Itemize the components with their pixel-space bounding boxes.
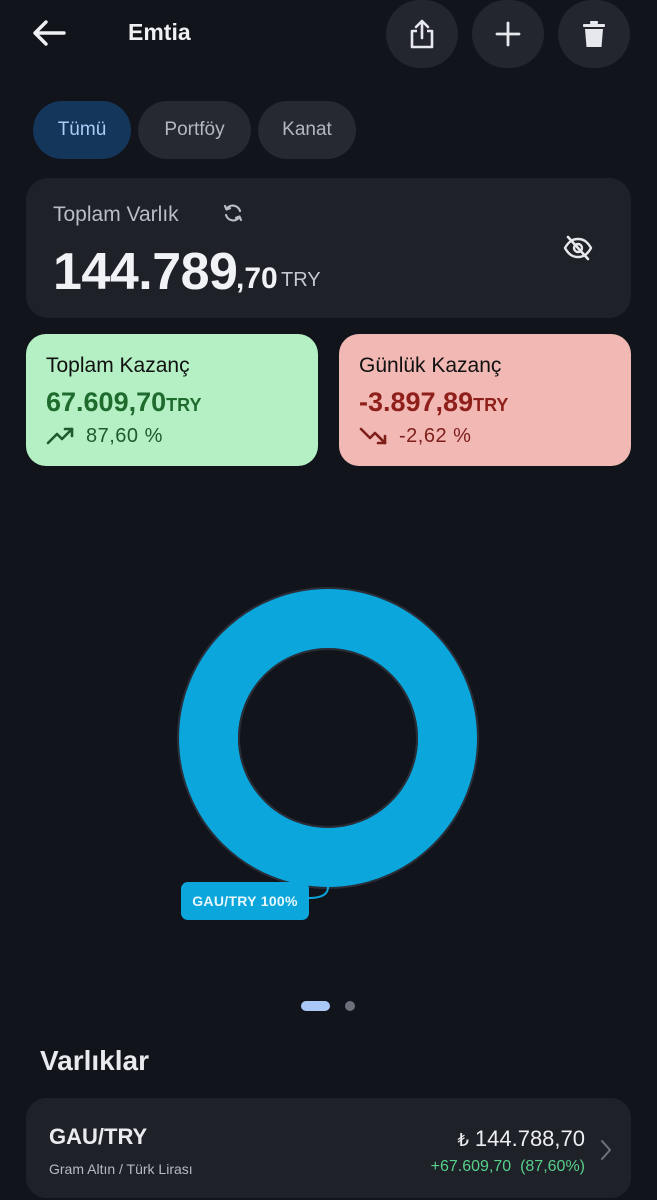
allocation-chart: GAU/TRY 100%: [0, 560, 657, 940]
total-gain-amount: 67.609,70: [46, 387, 167, 417]
total-gain-title: Toplam Kazanç: [46, 354, 190, 377]
total-gain-card: Toplam Kazanç 67.609,70TRY 87,60 %: [26, 334, 318, 466]
arrow-left-icon: [33, 20, 66, 46]
slice-label: GAU/TRY 100%: [181, 882, 309, 920]
trash-icon: [583, 21, 605, 47]
daily-gain-card: Günlük Kazanç -3.897,89TRY -2,62 %: [339, 334, 631, 466]
total-assets-decimal: ,70: [236, 262, 278, 295]
add-button[interactable]: [472, 0, 544, 68]
filter-chip-all[interactable]: Tümü: [33, 101, 131, 159]
pager-dot-active[interactable]: [301, 1001, 330, 1011]
delete-button[interactable]: [558, 0, 630, 68]
hide-balance-button[interactable]: [560, 230, 596, 266]
donut-hole-outline: [238, 648, 418, 828]
filter-chip-wing[interactable]: Kanat: [258, 101, 356, 159]
pager-dot[interactable]: [345, 1001, 355, 1011]
asset-symbol: GAU/TRY: [49, 1124, 148, 1149]
total-assets-label: Toplam Varlık: [53, 203, 179, 226]
lira-symbol: ₺: [457, 1130, 469, 1150]
asset-name: Gram Altın / Türk Lirası: [49, 1161, 193, 1177]
daily-gain-value: -3.897,89TRY: [359, 387, 508, 418]
back-button[interactable]: [28, 12, 70, 54]
filter-chip-portfolio[interactable]: Portföy: [138, 101, 251, 159]
daily-gain-currency: TRY: [473, 395, 509, 415]
trending-down-icon: [359, 427, 387, 445]
plus-icon: [495, 21, 521, 47]
asset-gain: +67.609,70 (87,60%): [430, 1158, 585, 1175]
asset-row[interactable]: GAU/TRY Gram Altın / Türk Lirası ₺ 144.78…: [26, 1098, 631, 1198]
total-assets-card: Toplam Varlık 144.789 ,70 TRY: [26, 178, 631, 318]
total-assets-currency: TRY: [281, 269, 321, 291]
total-assets-integer: 144.789: [53, 243, 238, 301]
daily-gain-amount: -3.897,89: [359, 387, 474, 417]
total-gain-value: 67.609,70TRY: [46, 387, 201, 418]
page-title: Emtia: [128, 19, 191, 45]
donut-slice-gau-try[interactable]: [179, 589, 477, 887]
assets-section-title: Varlıklar: [40, 1045, 149, 1076]
share-button[interactable]: [386, 0, 458, 68]
total-gain-currency: TRY: [166, 395, 202, 415]
daily-gain-title: Günlük Kazanç: [359, 354, 502, 377]
top-bar: Emtia: [0, 0, 657, 70]
donut-chart-svg: [177, 587, 479, 899]
share-icon: [410, 19, 434, 49]
total-gain-percent: 87,60 %: [86, 425, 163, 447]
chevron-right-icon: [601, 1140, 611, 1160]
eye-off-icon: [563, 235, 593, 261]
refresh-icon[interactable]: [222, 202, 244, 224]
asset-price-value: 144.788,70: [474, 1126, 585, 1151]
trending-up-icon: [46, 427, 74, 445]
daily-gain-percent: -2,62 %: [399, 425, 472, 447]
asset-price: ₺ 144.788,70: [457, 1126, 585, 1152]
